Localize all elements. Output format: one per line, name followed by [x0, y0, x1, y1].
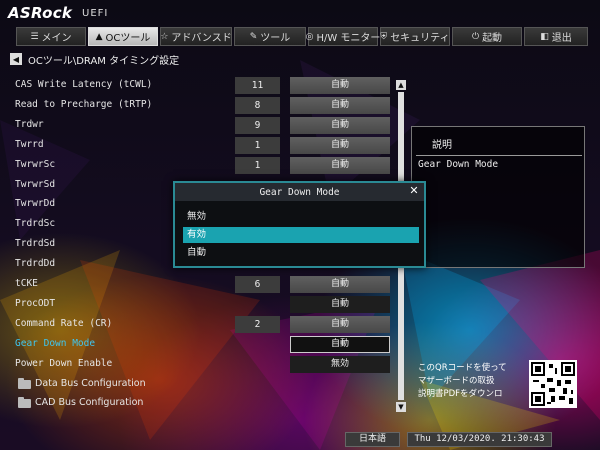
header: ASRock UEFI — [0, 0, 600, 26]
tab-label: ツール — [260, 33, 291, 44]
setting-row[interactable]: Gear Down Mode 自動 — [0, 335, 392, 355]
setting-value[interactable]: 2 — [235, 315, 280, 333]
qr-caption-line: マザーボードの取扱 — [418, 376, 495, 386]
setting-label: TwrwrDd — [15, 198, 56, 210]
qr-caption-line: 説明書PDFをダウンロ — [418, 389, 503, 399]
tab-4[interactable]: ✎ ツール — [234, 27, 306, 46]
submenu-item[interactable]: Data Bus Configuration — [0, 375, 392, 395]
tab-label: メイン — [41, 33, 72, 44]
submenu-item[interactable]: CAD Bus Configuration — [0, 394, 392, 414]
setting-label: Command Rate (CR) — [15, 317, 113, 329]
monitor-icon: ◎ — [305, 31, 314, 42]
tab-label: OCツール — [105, 33, 151, 44]
setting-option-button[interactable]: 自動 — [290, 136, 390, 154]
setting-row[interactable]: Read to Precharge (tRTP) 8 自動 — [0, 96, 392, 116]
setting-label: Power Down Enable — [15, 357, 113, 369]
back-arrow-icon[interactable]: ◀ — [10, 53, 22, 65]
main-tabs: ☰ メイン ▲ OCツール ☆ アドバンスド ✎ ツール ◎ H/W モニター ⛨ セキュリティ ⏻ 起動… — [16, 27, 588, 46]
description-title: 説明 — [432, 140, 452, 151]
shield-icon: ⛨ — [380, 31, 388, 42]
tab-6[interactable]: ⛨ セキュリティ — [380, 27, 450, 46]
setting-option-button[interactable]: 自動 — [290, 276, 390, 293]
tab-7[interactable]: ⏻ 起動 — [452, 27, 522, 46]
setting-row[interactable]: TwrwrSc 1 自動 — [0, 156, 392, 176]
setting-label: CAD Bus Configuration — [35, 397, 144, 409]
setting-label: TwrwrSc — [15, 158, 56, 170]
tab-5[interactable]: ◎ H/W モニター — [305, 27, 381, 46]
setting-label: Gear Down Mode — [15, 337, 96, 349]
setting-label: tCKE — [15, 278, 38, 289]
setting-value[interactable]: 6 — [235, 276, 280, 293]
setting-option-button[interactable]: 自動 — [290, 295, 390, 313]
setting-option-button[interactable]: 自動 — [290, 116, 390, 134]
setting-option-button[interactable]: 自動 — [290, 156, 390, 174]
tab-8[interactable]: ◧ 退出 — [524, 27, 588, 46]
setting-option-button[interactable]: 自動 — [290, 96, 390, 114]
setting-option-button[interactable]: 無効 — [290, 355, 390, 373]
dialog-title: Gear Down Mode — [259, 187, 340, 198]
tab-2[interactable]: ▲ OCツール — [88, 27, 158, 46]
rocket-icon: ▲ — [95, 31, 103, 42]
tab-label: セキュリティ — [390, 33, 450, 44]
setting-option-button[interactable]: 自動 — [290, 77, 390, 94]
setting-label: TrdrdDd — [15, 258, 56, 270]
list-icon: ☰ — [30, 31, 39, 42]
setting-row[interactable]: Trdwr 9 自動 — [0, 116, 392, 136]
setting-value[interactable]: 8 — [235, 96, 280, 114]
setting-value[interactable]: 11 — [235, 77, 280, 94]
setting-label: Read to Precharge (tRTP) — [15, 98, 153, 110]
dialog-header: Gear Down Mode ✕ — [175, 183, 424, 201]
dialog-option[interactable]: 自動 — [183, 245, 419, 261]
setting-value[interactable]: 1 — [235, 136, 280, 154]
tab-label: アドバンスド — [171, 33, 232, 44]
qr-caption-line: このQRコードを使って — [418, 363, 507, 373]
setting-row[interactable]: ProcODT 自動 — [0, 295, 392, 315]
scroll-up-icon[interactable]: ▲ — [396, 80, 406, 90]
setting-option-button[interactable]: 自動 — [290, 315, 390, 333]
tab-label: 起動 — [482, 33, 503, 44]
power-icon: ⏻ — [471, 31, 480, 42]
setting-label: TwrwrSd — [15, 178, 56, 190]
setting-label: Twrrd — [15, 138, 44, 150]
star-icon: ☆ — [160, 31, 169, 42]
setting-label: ProcODT — [15, 297, 56, 309]
tab-label: 退出 — [551, 33, 572, 44]
exit-icon: ◧ — [540, 31, 549, 42]
setting-row[interactable]: CAS Write Latency (tCWL) 11 自動 — [0, 76, 392, 96]
breadcrumb: ◀ OCツール\DRAM タイミング設定 — [10, 53, 180, 67]
gear-down-mode-dialog: Gear Down Mode ✕ 無効有効自動 — [173, 181, 426, 268]
uefi-label: UEFI — [82, 8, 109, 19]
tab-1[interactable]: ☰ メイン — [16, 27, 86, 46]
wrench-icon: ✎ — [249, 31, 258, 42]
qr-code-icon — [529, 360, 577, 408]
qr-caption: このQRコードを使って マザーボードの取扱 説明書PDFをダウンロ — [418, 362, 526, 401]
description-text: Gear Down Mode — [418, 159, 499, 170]
setting-label: CAS Write Latency (tCWL) — [15, 79, 153, 90]
tab-label: H/W モニター — [316, 33, 381, 44]
tab-3[interactable]: ☆ アドバンスド — [160, 27, 232, 46]
setting-row[interactable]: Twrrd 1 自動 — [0, 136, 392, 156]
asrock-logo: ASRock — [8, 4, 73, 22]
language-button[interactable]: 日本語 — [345, 432, 400, 447]
setting-label: Trdwr — [15, 118, 44, 130]
datetime-display: Thu 12/03/2020. 21:30:43 — [407, 432, 552, 447]
setting-value[interactable]: 9 — [235, 116, 280, 134]
setting-row[interactable]: tCKE 6 自動 — [0, 275, 392, 295]
description-divider — [416, 155, 582, 156]
scroll-down-icon[interactable]: ▼ — [396, 402, 406, 412]
dialog-option[interactable]: 無効 — [183, 209, 419, 225]
setting-value[interactable]: 1 — [235, 156, 280, 174]
description-panel: 説明 Gear Down Mode — [411, 126, 585, 268]
setting-label: Data Bus Configuration — [35, 377, 146, 389]
setting-row[interactable]: Command Rate (CR) 2 自動 — [0, 315, 392, 335]
breadcrumb-text: OCツール\DRAM タイミング設定 — [28, 55, 180, 67]
setting-option-button[interactable]: 自動 — [290, 335, 390, 353]
setting-label: TrdrdSd — [15, 238, 56, 250]
folder-icon — [18, 397, 31, 409]
close-icon[interactable]: ✕ — [408, 185, 420, 197]
setting-row[interactable]: Power Down Enable 無効 — [0, 355, 392, 375]
setting-label: TrdrdSc — [15, 218, 56, 230]
folder-icon — [18, 377, 31, 389]
dialog-option[interactable]: 有効 — [183, 227, 419, 243]
